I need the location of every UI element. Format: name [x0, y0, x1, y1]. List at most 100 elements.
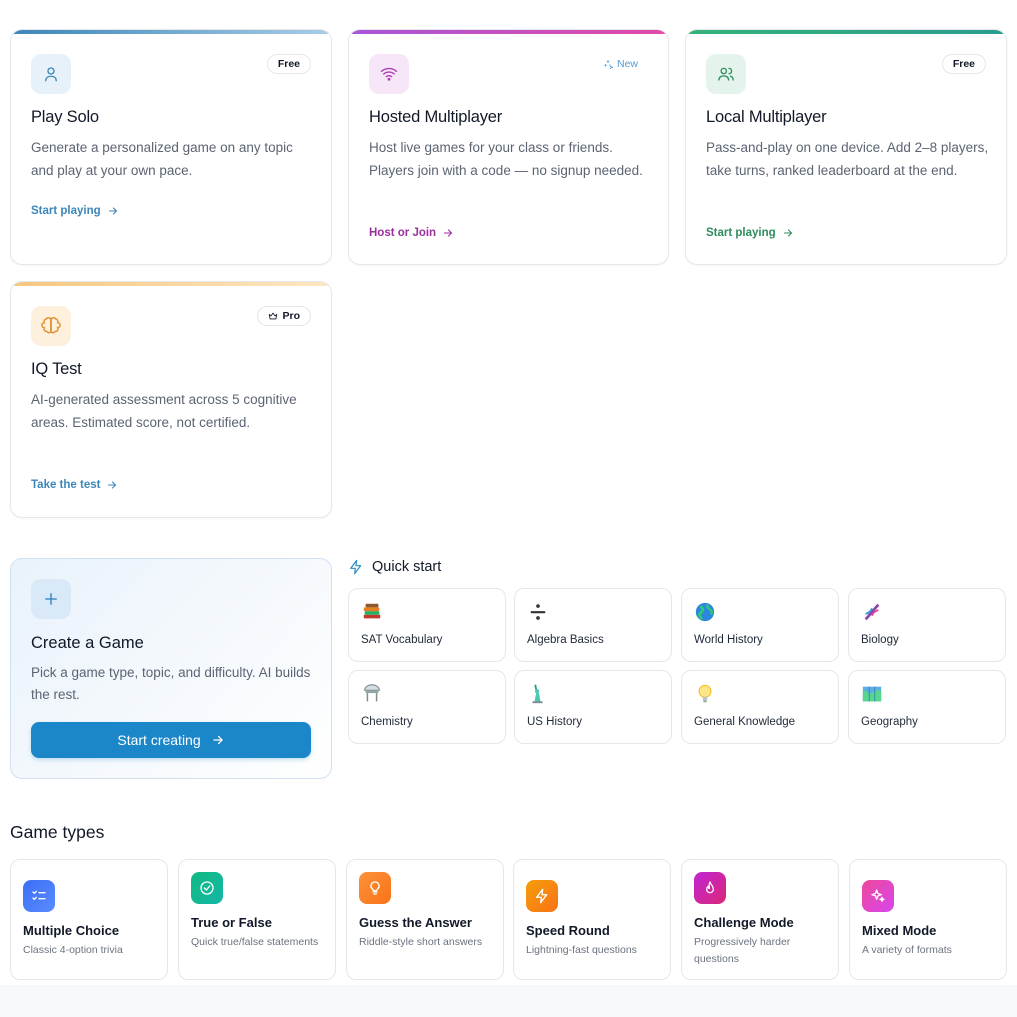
- plus-icon: [31, 579, 71, 619]
- card-title: Play Solo: [31, 108, 99, 126]
- tile-label: Chemistry: [361, 716, 413, 728]
- map-icon: [862, 686, 882, 702]
- game-type-description: Classic 4-option trivia: [23, 944, 123, 956]
- quick-start-biology[interactable]: Biology: [848, 588, 1006, 662]
- dna-icon: [864, 603, 880, 621]
- start-playing-link[interactable]: Start playing: [706, 227, 794, 239]
- badge-free: Free: [266, 54, 311, 74]
- arrow-right-icon: [108, 481, 117, 489]
- create-game-card: Create a Game Pick a game type, topic, a…: [10, 558, 332, 779]
- game-type-true-or-false[interactable]: True or False Quick true/false statement…: [178, 859, 336, 980]
- flame-icon: [694, 872, 726, 904]
- mode-card-hosted-multiplayer[interactable]: New Hosted Multiplayer Host live games f…: [348, 29, 669, 265]
- arrow-right-icon: [444, 229, 453, 237]
- game-types-heading: Game types: [10, 822, 105, 842]
- start-creating-button[interactable]: Start creating: [31, 722, 311, 758]
- quick-start-title: Quick start: [372, 559, 442, 575]
- tile-label: World History: [694, 634, 763, 646]
- game-type-description: Quick true/false statements: [191, 936, 319, 948]
- arrow-right-icon: [212, 735, 223, 745]
- game-type-description: Progressively harder questions: [694, 936, 791, 965]
- link-label: Start playing: [706, 227, 776, 239]
- page-bottom-background: [0, 985, 1017, 1017]
- create-title: Create a Game: [31, 634, 144, 652]
- quick-start-algebra-basics[interactable]: Algebra Basics: [514, 588, 672, 662]
- sparkles-icon: [604, 60, 613, 69]
- card-description: Host live games for your class or friend…: [369, 140, 643, 178]
- card-title: Local Multiplayer: [706, 108, 827, 126]
- user-icon: [31, 54, 71, 94]
- quick-start-geography[interactable]: Geography: [848, 670, 1006, 744]
- game-type-name: True or False: [191, 915, 272, 930]
- game-type-name: Multiple Choice: [23, 923, 120, 938]
- bolt-icon: [526, 880, 558, 912]
- tile-label: Biology: [861, 634, 899, 646]
- link-label: Host or Join: [369, 227, 437, 239]
- badge-label: Pro: [282, 310, 300, 322]
- game-type-description: A variety of formats: [862, 944, 952, 956]
- card-accent-bar: [349, 30, 668, 34]
- lightbulb-icon: [698, 684, 712, 703]
- books-icon: [363, 603, 381, 619]
- users-icon: [706, 54, 746, 94]
- flask-icon: [364, 684, 380, 702]
- game-type-mixed-mode[interactable]: Mixed Mode A variety of formats: [849, 859, 1007, 980]
- badge-pro: Pro: [257, 306, 311, 326]
- host-or-join-link[interactable]: Host or Join: [369, 227, 454, 239]
- card-title: Hosted Multiplayer: [369, 108, 503, 126]
- game-type-name: Guess the Answer: [359, 915, 472, 930]
- game-type-description: Riddle-style short answers: [359, 936, 483, 948]
- game-type-name: Challenge Mode: [694, 915, 794, 930]
- mode-card-iq-test[interactable]: Pro IQ Test AI-generated assessment acro…: [10, 281, 332, 518]
- badge-new: New: [593, 54, 648, 74]
- create-description: Pick a game type, topic, and difficulty.…: [31, 665, 311, 702]
- arrow-right-icon: [108, 207, 117, 215]
- quick-start-chemistry[interactable]: Chemistry: [348, 670, 506, 744]
- badge-free: Free: [941, 54, 986, 74]
- sparkles-icon: [862, 880, 894, 912]
- game-type-speed-round[interactable]: Speed Round Lightning-fast questions: [513, 859, 671, 980]
- link-label: Take the test: [31, 479, 101, 491]
- lightbulb-icon: [359, 872, 391, 904]
- link-label: Start playing: [31, 205, 101, 217]
- game-type-multiple-choice[interactable]: Multiple Choice Classic 4-option trivia: [10, 859, 168, 980]
- mode-card-play-solo[interactable]: Free Play Solo Generate a personalized g…: [10, 29, 332, 265]
- quick-start-sat-vocabulary[interactable]: SAT Vocabulary: [348, 588, 506, 662]
- card-accent-bar: [11, 282, 331, 286]
- tile-label: SAT Vocabulary: [361, 634, 443, 646]
- quick-start-header: Quick start: [348, 559, 441, 575]
- tile-label: Geography: [861, 716, 918, 728]
- divide-icon: [530, 604, 546, 620]
- arrow-right-icon: [783, 229, 792, 237]
- card-description: AI-generated assessment across 5 cogniti…: [31, 392, 297, 430]
- game-type-description: Lightning-fast questions: [526, 944, 637, 956]
- quick-start-general-knowledge[interactable]: General Knowledge: [681, 670, 839, 744]
- card-description: Generate a personalized game on any topi…: [31, 140, 293, 178]
- card-accent-bar: [11, 30, 331, 34]
- button-label: Start creating: [117, 732, 201, 748]
- quick-start-us-history[interactable]: US History: [514, 670, 672, 744]
- brain-icon: [31, 306, 71, 346]
- mode-card-local-multiplayer[interactable]: Free Local Multiplayer Pass-and-play on …: [685, 29, 1007, 265]
- quick-start-world-history[interactable]: World History: [681, 588, 839, 662]
- card-title: IQ Test: [31, 360, 82, 378]
- tile-label: General Knowledge: [694, 716, 796, 728]
- game-type-challenge-mode[interactable]: Challenge Mode Progressively harder ques…: [681, 859, 839, 980]
- game-type-name: Mixed Mode: [862, 923, 937, 938]
- game-type-name: Speed Round: [526, 923, 610, 938]
- card-accent-bar: [686, 30, 1006, 34]
- take-the-test-link[interactable]: Take the test: [31, 479, 118, 491]
- game-type-guess-the-answer[interactable]: Guess the Answer Riddle-style short answ…: [346, 859, 504, 980]
- globe-icon: [695, 602, 715, 622]
- list-check-icon: [23, 880, 55, 912]
- wifi-icon: [369, 54, 409, 94]
- crown-icon: [269, 312, 278, 320]
- check-circle-icon: [191, 872, 223, 904]
- tile-label: Algebra Basics: [527, 634, 604, 646]
- bolt-icon: [350, 559, 362, 575]
- start-playing-link[interactable]: Start playing: [31, 205, 119, 217]
- badge-label: New: [616, 58, 638, 70]
- tile-label: US History: [527, 716, 582, 728]
- statue-of-liberty-icon: [532, 684, 543, 704]
- card-description: Pass-and-play on one device. Add 2–8 pla…: [706, 140, 989, 178]
